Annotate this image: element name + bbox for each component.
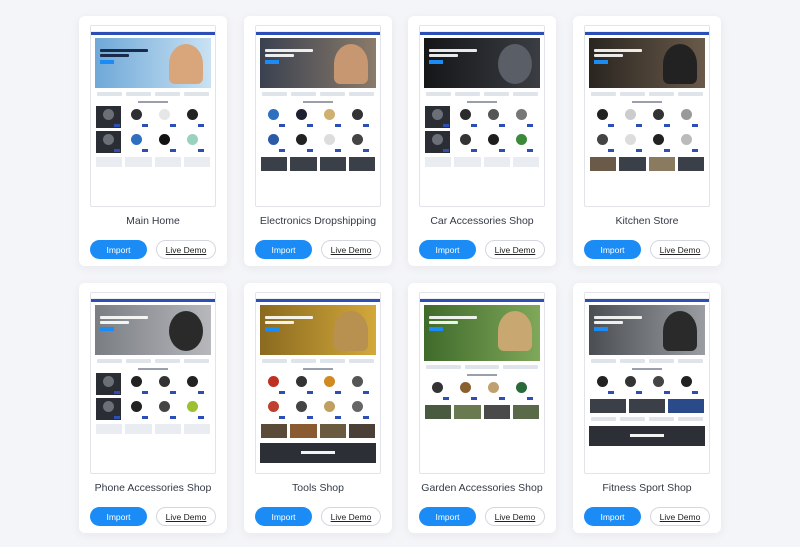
demo-card-main-home: Main Home Import Live Demo [79, 16, 227, 266]
demo-title: Car Accessories Shop [430, 215, 534, 227]
demo-card-garden-accessories-shop: Garden Accessories Shop Import Live Demo [408, 283, 556, 533]
demo-title: Garden Accessories Shop [421, 482, 543, 494]
demo-preview-image[interactable] [90, 25, 216, 207]
demo-card-fitness-sport-shop: Fitness Sport Shop Import Live Demo [573, 283, 721, 533]
demo-preview-image[interactable] [255, 25, 381, 207]
import-button[interactable]: Import [255, 507, 312, 526]
demo-preview-image[interactable] [584, 25, 710, 207]
live-demo-link[interactable]: Live Demo [321, 240, 381, 259]
demo-title: Phone Accessories Shop [94, 482, 212, 494]
demo-card-phone-accessories-shop: Phone Accessories Shop Import Live Demo [79, 283, 227, 533]
demo-preview-image[interactable] [419, 25, 545, 207]
live-demo-link[interactable]: Live Demo [321, 507, 381, 526]
demo-title: Electronics Dropshipping [259, 215, 377, 227]
demo-preview-image[interactable] [584, 292, 710, 474]
live-demo-link[interactable]: Live Demo [485, 240, 545, 259]
demo-card-electronics-dropshipping: Electronics Dropshipping Import Live Dem… [244, 16, 392, 266]
demo-preview-image[interactable] [255, 292, 381, 474]
demo-title: Tools Shop [292, 482, 344, 494]
import-button[interactable]: Import [584, 240, 641, 259]
demo-card-tools-shop: Tools Shop Import Live Demo [244, 283, 392, 533]
demo-preview-image[interactable] [90, 292, 216, 474]
demo-preview-image[interactable] [419, 292, 545, 474]
demo-card-car-accessories-shop: Car Accessories Shop Import Live Demo [408, 16, 556, 266]
live-demo-link[interactable]: Live Demo [650, 240, 710, 259]
import-button[interactable]: Import [419, 240, 476, 259]
import-button[interactable]: Import [584, 507, 641, 526]
import-button[interactable]: Import [90, 240, 147, 259]
live-demo-link[interactable]: Live Demo [156, 507, 216, 526]
live-demo-link[interactable]: Live Demo [156, 240, 216, 259]
live-demo-link[interactable]: Live Demo [485, 507, 545, 526]
import-button[interactable]: Import [255, 240, 312, 259]
demo-title: Main Home [126, 215, 180, 227]
live-demo-link[interactable]: Live Demo [650, 507, 710, 526]
import-button[interactable]: Import [419, 507, 476, 526]
demo-title: Kitchen Store [615, 215, 679, 227]
demo-card-kitchen-store: Kitchen Store Import Live Demo [573, 16, 721, 266]
demo-title: Fitness Sport Shop [602, 482, 692, 494]
import-button[interactable]: Import [90, 507, 147, 526]
